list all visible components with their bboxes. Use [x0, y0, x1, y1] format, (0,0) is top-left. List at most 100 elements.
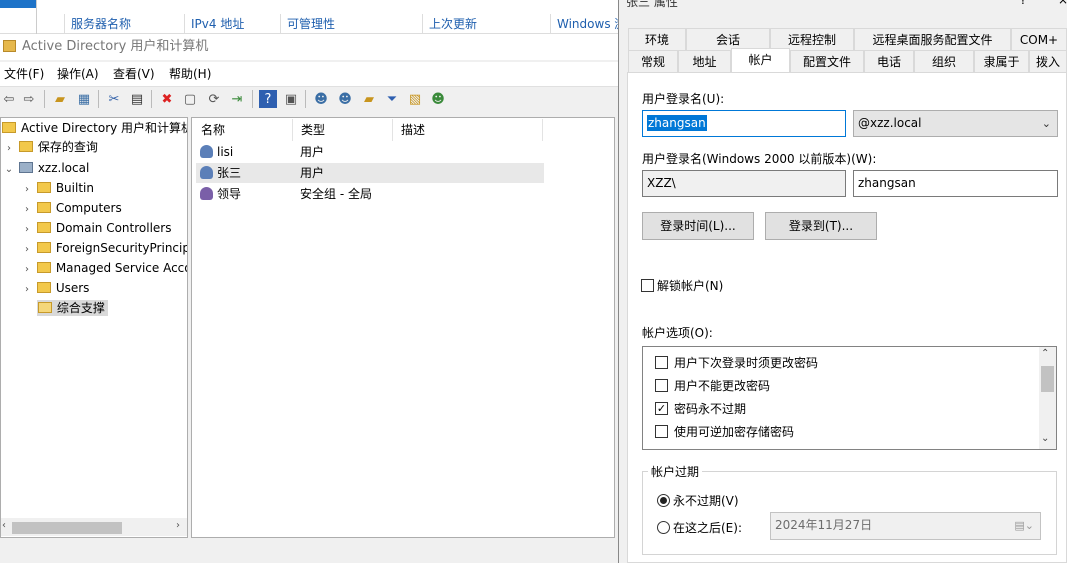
calendar-dropdown-icon[interactable]: ▤⌄	[1014, 513, 1034, 538]
option-must-change-password[interactable]: 用户下次登录时须更改密码	[655, 352, 818, 372]
logon-name-label: 用户登录名(U):	[642, 92, 725, 106]
filter-icon[interactable]: ⏷	[383, 90, 401, 108]
tab-member-of[interactable]: 隶属于	[974, 50, 1029, 72]
tree-scroll-thumb[interactable]	[12, 522, 122, 534]
list-row-zhangsan[interactable]: 张三 用户	[196, 163, 544, 183]
show-tree-icon[interactable]: ▦	[75, 90, 93, 108]
end-date-picker[interactable]: 2024年11月27日 ▤⌄	[770, 512, 1041, 540]
bg-col-ipv4[interactable]: IPv4 地址	[184, 14, 280, 34]
tab-address[interactable]: 地址	[678, 50, 731, 72]
upn-suffix-select[interactable]: @xzz.local ⌄	[853, 110, 1058, 137]
tree-item-root[interactable]: Active Directory 用户和计算机	[2, 118, 187, 138]
bg-col-last-update[interactable]: 上次更新	[422, 14, 550, 34]
column-header-type[interactable]: 类型	[293, 119, 393, 141]
bg-col-server-name[interactable]: 服务器名称	[64, 14, 184, 34]
logon-to-button[interactable]: 登录到(T)...	[765, 212, 877, 240]
tab-telephones[interactable]: 电话	[864, 50, 914, 72]
tab-organization[interactable]: 组织	[914, 50, 974, 72]
add-to-group-icon[interactable]: ☻	[429, 90, 447, 108]
tab-com[interactable]: COM+	[1011, 28, 1067, 50]
end-of-label: 在这之后(E):	[673, 521, 742, 535]
help-icon[interactable]: ?	[259, 90, 277, 108]
tree-item-domain[interactable]: ⌄ xzz.local	[3, 158, 90, 180]
tab-environment[interactable]: 环境	[628, 28, 686, 50]
pre2000-name-field[interactable]: zhangsan	[853, 170, 1058, 197]
tree-item-managed-service[interactable]: › Managed Service Accounts	[21, 258, 187, 278]
collapse-arrow-icon[interactable]: ⌄	[3, 160, 15, 180]
expand-arrow-icon[interactable]: ›	[21, 200, 33, 220]
dialog-help-button[interactable]: ?	[1020, 0, 1026, 7]
tab-sessions[interactable]: 会话	[686, 28, 770, 50]
bg-col-manageability[interactable]: 可管理性	[280, 14, 422, 34]
scroll-right-icon[interactable]: ›	[176, 520, 180, 531]
tree-item-builtin[interactable]: › Builtin	[21, 178, 94, 198]
tab-remote-control[interactable]: 远程控制	[770, 28, 854, 50]
list-row-lingdao[interactable]: 领导 安全组 - 全局	[196, 184, 544, 204]
mmc-icon[interactable]: ▣	[282, 90, 300, 108]
new-user-icon[interactable]: ☻	[312, 90, 330, 108]
end-of-radio[interactable]	[657, 521, 670, 534]
tree-item-users[interactable]: › Users	[21, 278, 89, 298]
option-checkbox-checked[interactable]: ✓	[655, 401, 668, 415]
option-checkbox[interactable]	[655, 424, 668, 438]
expand-arrow-icon[interactable]: ›	[21, 180, 33, 200]
scroll-up-icon[interactable]: ⌃	[1041, 348, 1049, 359]
never-expires-radio[interactable]	[657, 494, 670, 507]
cut-icon[interactable]: ✂	[105, 90, 123, 108]
never-expires-option[interactable]: 永不过期(V)	[657, 492, 739, 509]
scroll-left-icon[interactable]: ‹	[2, 520, 6, 531]
up-folder-icon[interactable]: ▰	[51, 90, 69, 108]
dialog-close-button[interactable]: ×	[1058, 0, 1067, 7]
tab-account[interactable]: 帐户	[731, 48, 790, 73]
bg-col-windows[interactable]: Windows 激	[550, 14, 618, 34]
option-checkbox[interactable]	[655, 355, 668, 369]
tab-profile[interactable]: 配置文件	[790, 50, 864, 72]
forward-arrow-icon[interactable]: ⇨	[20, 90, 38, 108]
expand-arrow-icon[interactable]: ›	[3, 139, 15, 159]
option-cannot-change-password[interactable]: 用户不能更改密码	[655, 375, 770, 395]
column-header-name[interactable]: 名称	[193, 119, 293, 141]
delete-icon[interactable]: ✖	[158, 90, 176, 108]
back-arrow-icon[interactable]: ⇦	[0, 90, 18, 108]
end-of-option[interactable]: 在这之后(E):	[657, 519, 742, 536]
logon-name-field[interactable]: zhangsan	[642, 110, 846, 137]
option-label: 密码永不过期	[674, 401, 747, 416]
copy-icon[interactable]: ▤	[128, 90, 146, 108]
find-icon[interactable]: ▧	[406, 90, 424, 108]
menu-action[interactable]: 操作(A)	[57, 62, 99, 86]
option-reversible-encryption[interactable]: 使用可逆加密存储密码	[655, 421, 794, 441]
list-cell-type: 用户	[300, 145, 325, 159]
tree-item-domain-controllers[interactable]: › Domain Controllers	[21, 218, 172, 238]
refresh-icon[interactable]: ⟳	[205, 90, 223, 108]
unlock-account-checkbox[interactable]	[641, 279, 654, 292]
options-scroll-thumb[interactable]	[1041, 366, 1054, 392]
tab-dial-in[interactable]: 拨入	[1029, 50, 1067, 72]
list-row-lisi[interactable]: lisi 用户	[196, 142, 544, 162]
option-password-never-expires[interactable]: ✓ 密码永不过期	[655, 398, 746, 418]
expand-arrow-icon[interactable]: ›	[21, 240, 33, 260]
expand-arrow-icon[interactable]: ›	[21, 220, 33, 240]
expand-arrow-icon[interactable]: ›	[21, 280, 33, 300]
tree-item-foreign-security[interactable]: › ForeignSecurityPrincipals	[21, 238, 187, 258]
scroll-down-icon[interactable]: ⌄	[1041, 433, 1049, 444]
expand-arrow-icon[interactable]: ›	[21, 260, 33, 280]
menu-file[interactable]: 文件(F)	[4, 62, 44, 86]
menu-help[interactable]: 帮助(H)	[169, 62, 211, 86]
tab-general[interactable]: 常规	[628, 50, 678, 72]
logon-hours-button[interactable]: 登录时间(L)...	[642, 212, 754, 240]
option-checkbox[interactable]	[655, 378, 668, 392]
properties-icon[interactable]: ▢	[181, 90, 199, 108]
menu-view[interactable]: 查看(V)	[113, 62, 155, 86]
tree-item-saved-queries[interactable]: › 保存的查询	[3, 137, 98, 157]
new-ou-icon[interactable]: ▰	[360, 90, 378, 108]
unlock-account-row[interactable]: 解锁帐户(N)	[641, 277, 723, 294]
pre2000-label: 用户登录名(Windows 2000 以前版本)(W):	[642, 152, 877, 166]
column-header-description[interactable]: 描述	[393, 119, 543, 141]
tree-item-computers[interactable]: › Computers	[21, 198, 122, 218]
toolbar-separator	[305, 90, 306, 108]
tree-item-zonghe[interactable]: 综合支撑	[21, 298, 108, 318]
tab-rds-profile[interactable]: 远程桌面服务配置文件	[854, 28, 1011, 50]
export-list-icon[interactable]: ⇥	[228, 90, 246, 108]
chevron-down-icon: ⌄	[1041, 117, 1051, 130]
new-group-icon[interactable]: ☻	[336, 90, 354, 108]
